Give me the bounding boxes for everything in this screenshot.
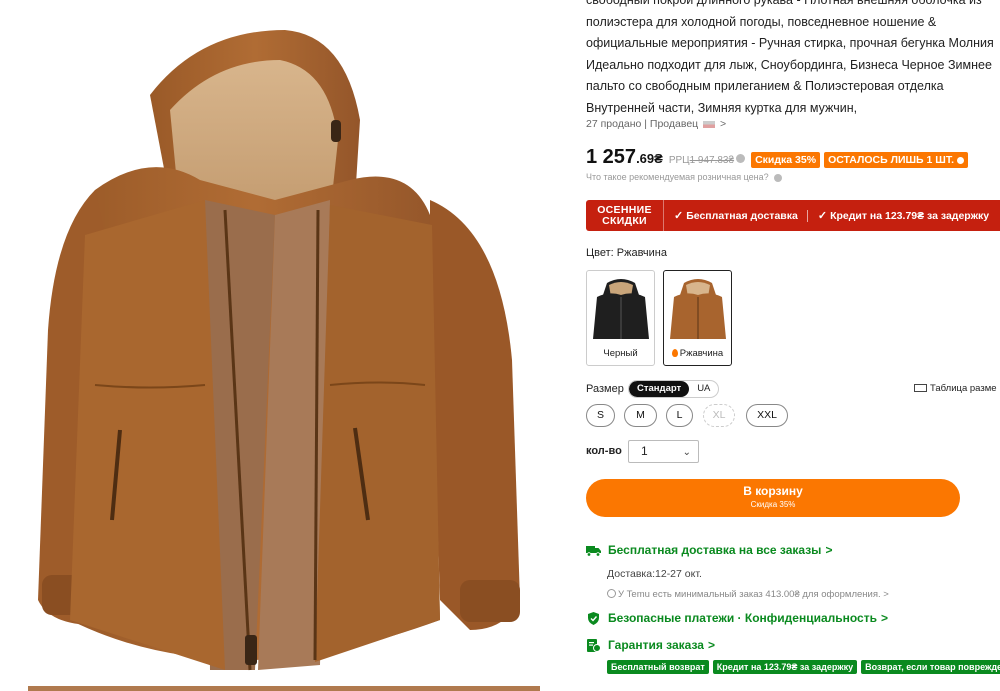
size-standard-option[interactable]: UA <box>689 381 718 397</box>
guarantee-badges: Бесплатный возврат Кредит на 123.79₴ за … <box>607 660 1000 674</box>
add-to-cart-sublabel: Скидка 35% <box>750 500 796 509</box>
seller-label: Продавец <box>649 118 699 130</box>
size-option-m[interactable]: M <box>624 404 657 427</box>
price-fraction: .69₴ <box>636 151 663 166</box>
clock-icon <box>956 156 964 164</box>
jacket-thumbnail-black <box>593 279 649 339</box>
meta-separator: | <box>644 118 647 130</box>
color-swatch-black[interactable]: Черный <box>586 270 655 366</box>
promo-divider <box>806 209 808 222</box>
price-row: 1 257 .69₴ РРЦ 1 947.83₴ Скидка 35% ОСТА… <box>586 146 972 169</box>
minimum-order-text: У Temu есть минимальный заказ 413.00₴ дл… <box>618 589 881 600</box>
product-info-panel: свободный покрой длинного рукава - Плотн… <box>586 0 1000 691</box>
size-chart-link[interactable]: Таблица разме <box>914 383 997 394</box>
rrp-question-text: Что такое рекомендуемая розничная цена? <box>586 172 769 182</box>
add-to-cart-button[interactable]: В корзину Скидка 35% <box>586 479 960 517</box>
jacket-thumbnail-rust <box>670 279 726 339</box>
delivery-dates: Доставка:12-27 окт. <box>607 568 702 580</box>
info-icon <box>607 589 616 598</box>
stock-badge-text: ОСТАЛОСЬ ЛИШЬ 1 ШТ. <box>828 154 954 166</box>
minimum-order-note[interactable]: У Temu есть минимальный заказ 413.00₴ дл… <box>607 589 889 600</box>
guarantee-badge: Кредит на 123.79₴ за задержку <box>712 660 858 674</box>
color-swatch-label-text: Ржавчина <box>679 348 724 359</box>
truck-icon <box>586 545 601 557</box>
flag-icon <box>703 120 716 128</box>
rrp-old-price: 1 947.83₴ <box>689 155 735 166</box>
quantity-label: кол-во <box>586 445 622 457</box>
secure-payments-title: Безопасные платежи · Конфиденциальность <box>608 611 877 625</box>
promo-free-shipping-text: Бесплатная доставка <box>686 210 798 222</box>
guarantee-badge: Возврат, если товар поврежден <box>861 660 1000 674</box>
autumn-sale-tag: ОСЕННИЕ СКИДКИ <box>586 200 664 231</box>
chevron-right-icon: > <box>825 543 833 557</box>
add-to-cart-label: В корзину <box>743 484 803 498</box>
product-main-image[interactable] <box>0 0 560 691</box>
check-icon: ✓ <box>674 210 684 222</box>
size-chart-label: Таблица разме <box>930 383 997 394</box>
size-option-xl[interactable]: XL <box>703 404 735 427</box>
guarantee-badge: Бесплатный возврат <box>607 660 709 674</box>
color-swatch-rust[interactable]: Ржавчина <box>663 270 732 366</box>
title-line: Внутренней части, Зимняя куртка для мужч… <box>586 100 858 115</box>
secure-payments-link[interactable]: Безопасные платежи · Конфиденциальность … <box>586 611 888 625</box>
discount-badge: Скидка 35% <box>751 152 821 168</box>
chevron-right-icon: > <box>883 589 889 600</box>
product-title: свободный покрой длинного рукава - Плотн… <box>586 0 1000 119</box>
size-standard-option[interactable]: Стандарт <box>629 381 690 397</box>
color-swatch-label: Черный <box>603 348 638 359</box>
size-label: Размер <box>586 383 624 395</box>
promo-tag-line: СКИДКИ <box>602 214 647 227</box>
seller-link[interactable]: Продавец > <box>650 118 726 130</box>
info-icon[interactable] <box>736 154 746 163</box>
promo-tag-line: ОСЕННИЕ <box>597 204 652 216</box>
title-line: свободный покрой длинного рукава - Плотн… <box>586 0 982 7</box>
question-icon <box>774 173 783 182</box>
stock-badge: ОСТАЛОСЬ ЛИШЬ 1 ШТ. <box>824 152 968 168</box>
quantity-select[interactable]: 1 ⌄ <box>628 440 699 463</box>
size-option-s[interactable]: S <box>586 404 615 427</box>
jacket-illustration <box>38 30 520 671</box>
title-line: официальные мероприятия - Ручная стирка,… <box>586 36 994 50</box>
ruler-icon <box>914 384 927 392</box>
size-standard-toggle[interactable]: Стандарт UA <box>628 380 720 398</box>
color-swatch-label: Ржавчина <box>664 348 731 359</box>
free-shipping-title: Бесплатная доставка на все заказы <box>608 543 822 557</box>
check-icon: ✓ <box>817 210 828 222</box>
title-line: полиэстера для холодной погоды, повседне… <box>586 14 937 29</box>
rrp-label: РРЦ <box>668 155 690 166</box>
chevron-down-icon: ⌄ <box>682 447 691 458</box>
sales-seller-line: 27 продано | Продавец > <box>586 118 726 130</box>
size-option-l[interactable]: L <box>666 404 693 427</box>
chevron-right-icon: > <box>880 611 888 625</box>
price-main: 1 257 <box>586 146 637 168</box>
quantity-value: 1 <box>641 444 648 458</box>
promo-credit: ✓ Кредит на 123.79₴ за задержку <box>818 209 989 222</box>
image-bottom-edge <box>28 686 540 691</box>
rrp-question-link[interactable]: Что такое рекомендуемая розничная цена? <box>586 172 788 182</box>
promo-credit-text: Кредит на 123.79₴ за задержку <box>830 210 990 222</box>
order-guarantee-link[interactable]: Гарантия заказа > <box>586 638 715 652</box>
promo-free-shipping: ✓ Бесплатная доставка <box>674 209 798 222</box>
title-line: Идеально подходит для лыж, Сноубординга,… <box>586 57 992 72</box>
order-guarantee-title: Гарантия заказа <box>608 638 704 652</box>
free-shipping-link[interactable]: Бесплатная доставка на все заказы > <box>586 543 832 557</box>
color-label: Цвет: Ржавчина <box>586 247 667 259</box>
chevron-right-icon: > <box>720 118 727 130</box>
promo-banner[interactable]: ОСЕННИЕ СКИДКИ ✓ Бесплатная доставка ✓ Кре… <box>586 200 1000 231</box>
sold-count: 27 продано <box>586 118 642 130</box>
shield-icon <box>588 611 599 625</box>
size-option-xxl[interactable]: XXL <box>746 404 788 427</box>
flame-icon <box>671 349 678 357</box>
title-line: пальто со свободным прилеганием & Полиэс… <box>586 79 944 93</box>
chevron-right-icon: > <box>707 638 715 652</box>
guarantee-icon <box>587 638 601 652</box>
